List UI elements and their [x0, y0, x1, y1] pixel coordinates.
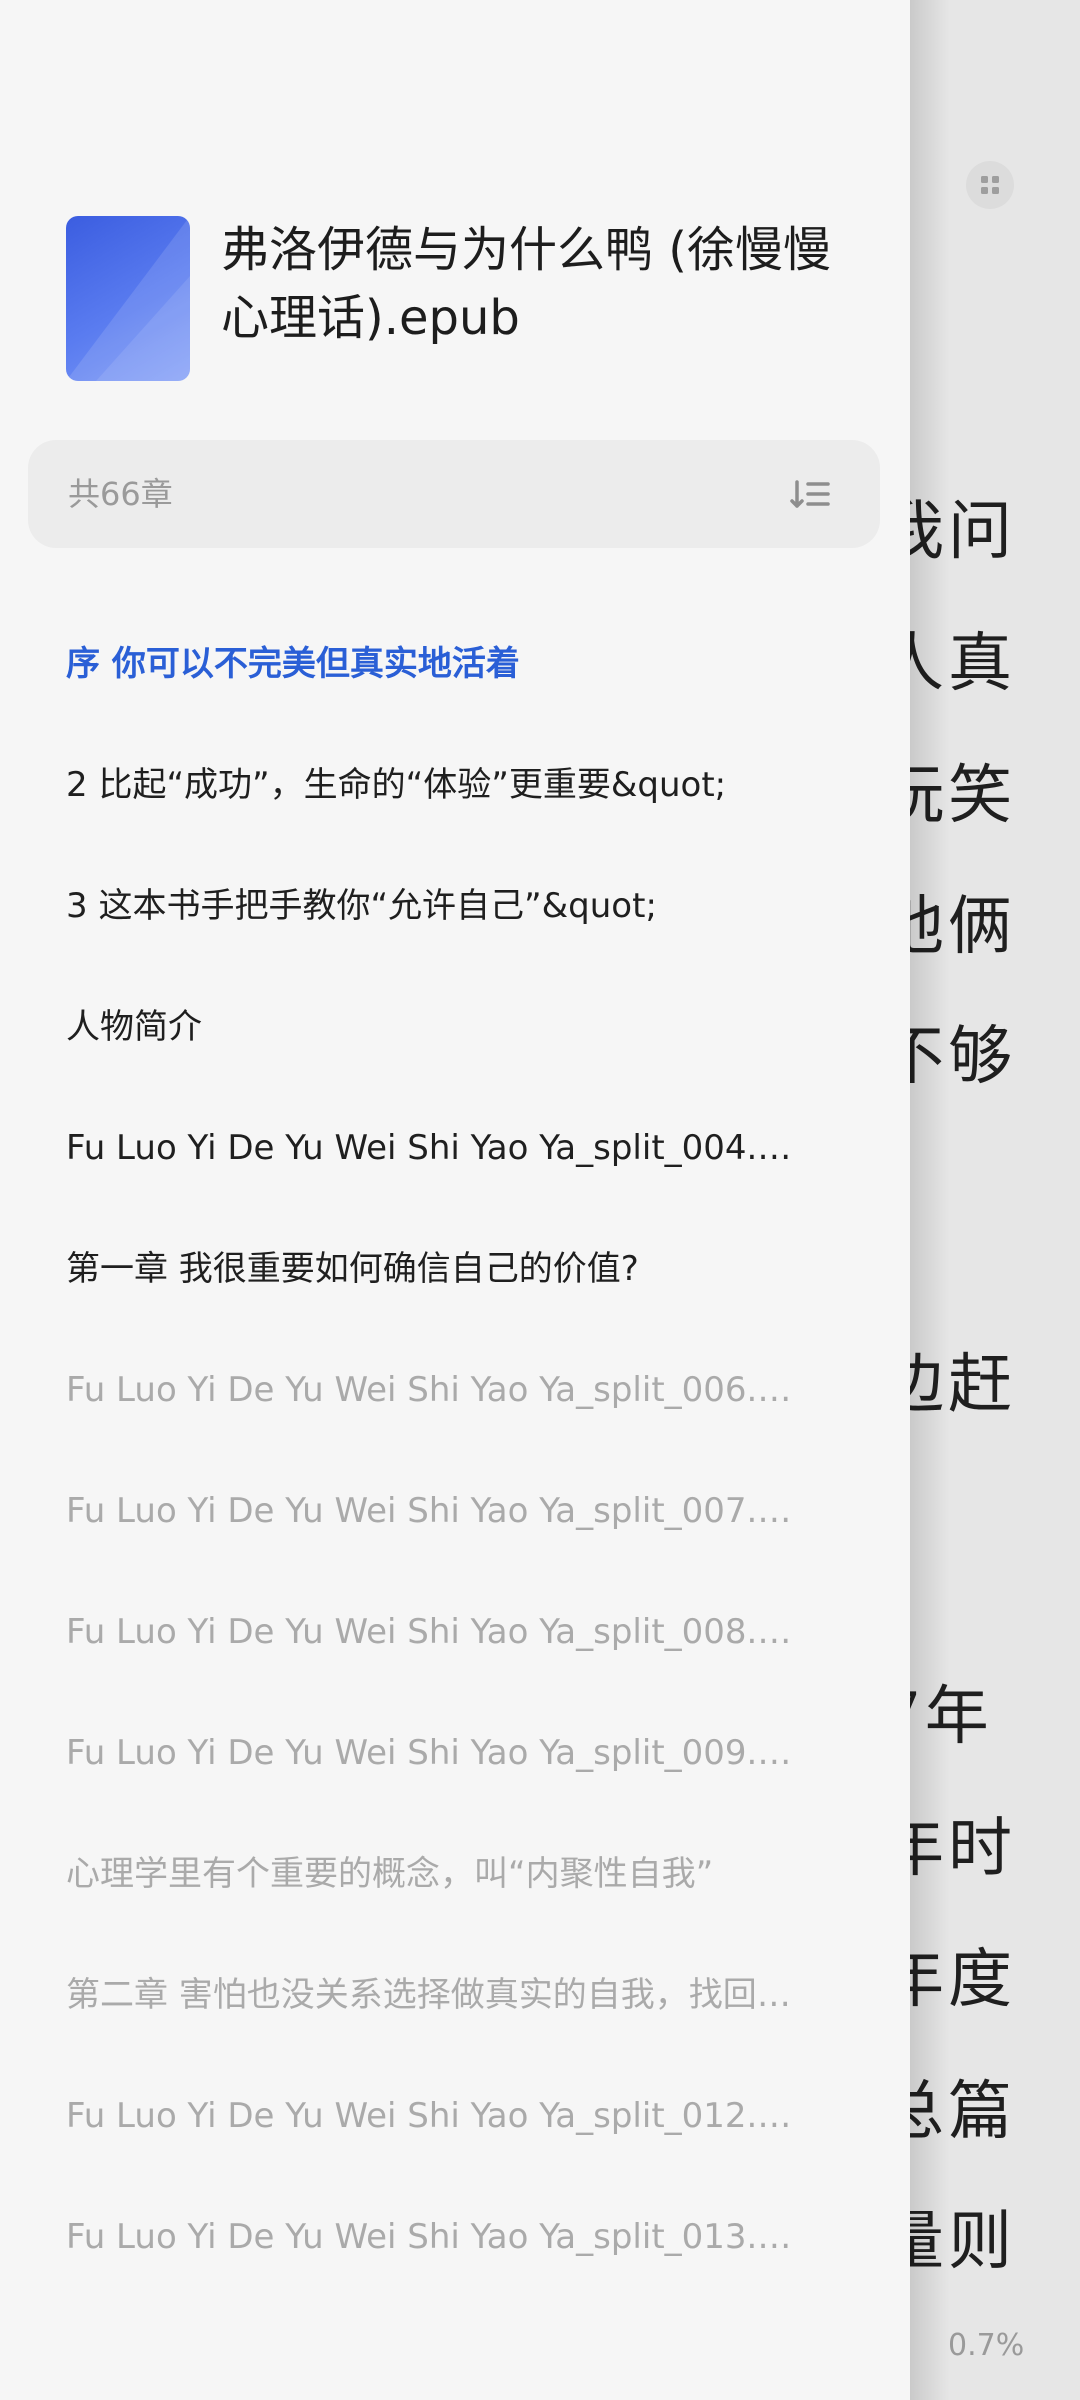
toc-summary-bar: 共66章: [28, 440, 880, 548]
toc-list: 序 你可以不完美但真实地活着 2 比起“成功”，生命的“体验”更重要&quot; 3…: [66, 604, 806, 2298]
toc-drawer: 弗洛伊德与为什么鸭 (徐慢慢心理话).epub 共66章 序 你可以不完美但真实…: [0, 0, 910, 2400]
toc-item[interactable]: Fu Luo Yi De Yu Wei Shi Yao Ya_split_006…: [66, 1330, 806, 1451]
app-root: 我问人真玩笑他俩不够边赶7年年时年度总篇量则 0.7% 弗洛伊德与为什么鸭 (徐…: [0, 0, 1080, 2400]
sort-list-icon: [790, 480, 830, 508]
toc-item[interactable]: 心理学里有个重要的概念，叫“内聚性自我”: [66, 1814, 806, 1935]
reading-progress: 0.7%: [948, 2328, 1025, 2363]
sort-button[interactable]: [790, 474, 832, 516]
toc-item[interactable]: 人物简介: [66, 967, 806, 1088]
toc-item[interactable]: Fu Luo Yi De Yu Wei Shi Yao Ya_split_004…: [66, 1088, 806, 1209]
toc-item[interactable]: 第一章 我很重要如何确信自己的价值?: [66, 1209, 806, 1330]
book-cover: [66, 216, 190, 381]
toc-item[interactable]: 序 你可以不完美但真实地活着: [66, 604, 806, 725]
drawer-shadow: [910, 0, 950, 2400]
toc-item[interactable]: 2 比起“成功”，生命的“体验”更重要&quot;: [66, 725, 806, 846]
toc-item[interactable]: Fu Luo Yi De Yu Wei Shi Yao Ya_split_007…: [66, 1451, 806, 1572]
toc-item[interactable]: Fu Luo Yi De Yu Wei Shi Yao Ya_split_012…: [66, 2056, 806, 2177]
book-title: 弗洛伊德与为什么鸭 (徐慢慢心理话).epub: [221, 222, 831, 346]
book-header: 弗洛伊德与为什么鸭 (徐慢慢心理话).epub: [66, 216, 886, 386]
chapter-count: 共66章: [68, 475, 173, 513]
grid-icon: [981, 176, 999, 194]
grid-icon-button[interactable]: [966, 161, 1014, 209]
toc-item[interactable]: Fu Luo Yi De Yu Wei Shi Yao Ya_split_008…: [66, 1572, 806, 1693]
toc-item[interactable]: 第二章 害怕也没关系选择做真实的自我，找回自己: [66, 1935, 806, 2056]
toc-item[interactable]: 3 这本书手把手教你“允许自己”&quot;: [66, 846, 806, 967]
toc-item[interactable]: Fu Luo Yi De Yu Wei Shi Yao Ya_split_009…: [66, 1693, 806, 1814]
cover-pattern: [66, 216, 190, 381]
toc-item[interactable]: Fu Luo Yi De Yu Wei Shi Yao Ya_split_013…: [66, 2177, 806, 2298]
